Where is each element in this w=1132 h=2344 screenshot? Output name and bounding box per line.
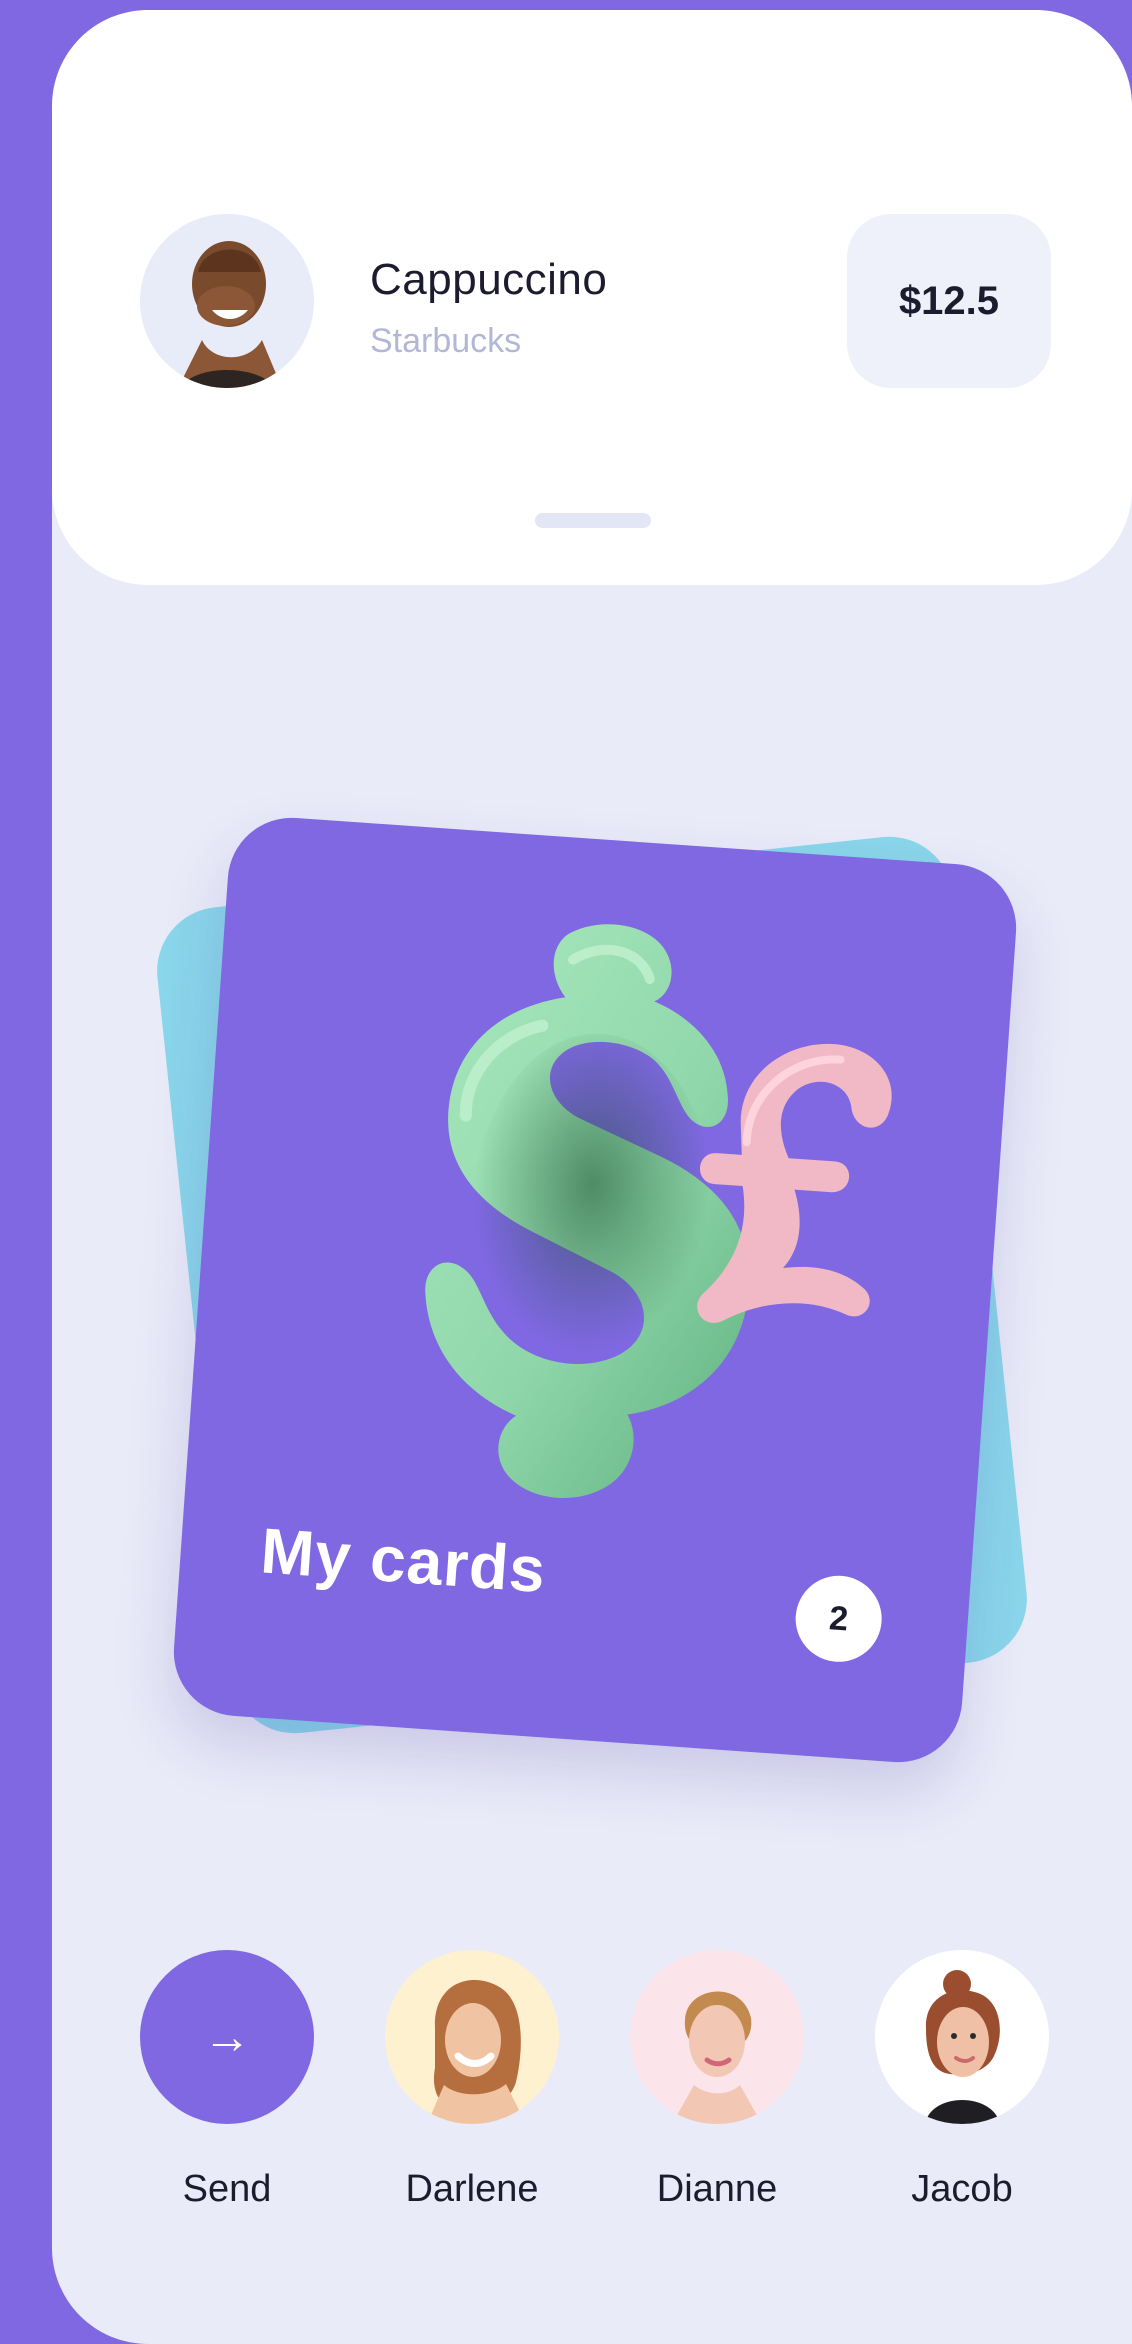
- send-contact[interactable]: → Send: [140, 1950, 314, 2211]
- contact-darlene[interactable]: Darlene: [385, 1950, 559, 2211]
- transaction-amount-text: $12.5: [898, 278, 1000, 323]
- my-cards-card[interactable]: My cards 2: [169, 813, 1021, 1767]
- contact-dianne[interactable]: Dianne: [630, 1950, 804, 2211]
- jacob-label: Jacob: [911, 2168, 1013, 2210]
- card-count-badge: 2: [792, 1572, 885, 1665]
- transaction-avatar: [140, 214, 314, 388]
- arrow-right-icon: →: [203, 2010, 251, 2064]
- transaction-sheet[interactable]: Cappuccino Starbucks $12.5: [52, 10, 1132, 585]
- transaction-merchant: Starbucks: [370, 322, 522, 360]
- transaction-amount: $12.5: [847, 214, 1051, 388]
- darlene-label: Darlene: [405, 2168, 539, 2210]
- cards-section: My cards 2: [52, 585, 1132, 1885]
- transaction-title: Cappuccino: [370, 255, 608, 304]
- contact-jacob[interactable]: Jacob: [875, 1950, 1049, 2211]
- phone-screen: Cappuccino Starbucks $12.5 My cards 2 → …: [52, 10, 1132, 2344]
- currency-symbols-illustration: [425, 924, 892, 1498]
- sheet-drag-handle[interactable]: [535, 513, 651, 528]
- dianne-label: Dianne: [656, 2168, 778, 2210]
- jacob-avatar[interactable]: [875, 1950, 1049, 2124]
- darlene-avatar[interactable]: [385, 1950, 559, 2124]
- send-label: Send: [182, 2168, 272, 2210]
- send-button[interactable]: →: [140, 1950, 314, 2124]
- quick-contacts: → Send Darlene Dianne Jacob: [52, 1950, 1132, 2250]
- dianne-avatar[interactable]: [630, 1950, 804, 2124]
- card-count-value: 2: [827, 1598, 850, 1638]
